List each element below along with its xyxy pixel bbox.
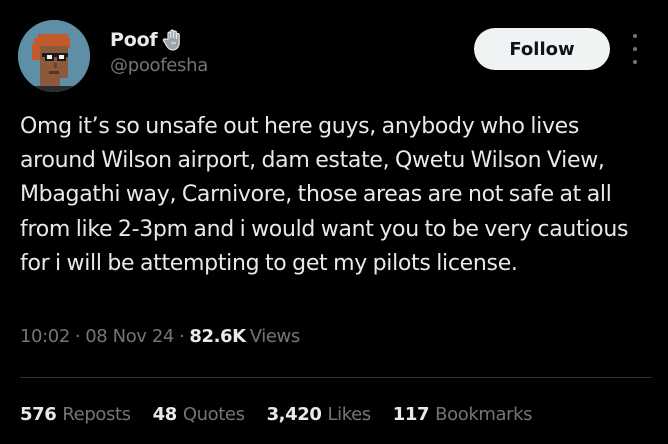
stat-label: Quotes [182, 404, 245, 425]
views-label: Views [249, 326, 300, 347]
raised-hand-icon [162, 28, 184, 52]
bookmarks-stat[interactable]: 117 Bookmarks [392, 404, 533, 425]
vertical-ellipsis-icon[interactable] [630, 34, 640, 64]
follow-button[interactable]: Follow [474, 28, 610, 70]
tweet-time[interactable]: 10:02 [20, 326, 70, 347]
author-name-row[interactable]: Poof [110, 28, 184, 52]
likes-stat[interactable]: 3,420 Likes [266, 404, 372, 425]
display-name[interactable]: Poof [110, 29, 158, 51]
engagement-stats: 576 Reposts 48 Quotes 3,420 Likes 117 Bo… [20, 404, 533, 425]
tweet-meta: 10:02 · 08 Nov 24 · 82.6K Views [20, 326, 300, 347]
stat-count: 576 [20, 404, 57, 425]
stat-count: 48 [152, 404, 178, 425]
quotes-stat[interactable]: 48 Quotes [153, 404, 245, 425]
user-handle[interactable]: @poofesha [110, 55, 208, 76]
stat-label: Bookmarks [435, 404, 533, 425]
avatar[interactable] [18, 20, 90, 92]
meta-separator: · [179, 326, 185, 347]
views-count: 82.6K [189, 326, 246, 347]
meta-separator: · [74, 326, 81, 347]
stat-label: Reposts [62, 404, 131, 425]
pixel-punk-avatar-icon [18, 20, 90, 92]
tweet-date[interactable]: 08 Nov 24 [85, 326, 174, 347]
divider [20, 377, 652, 378]
stat-count: 3,420 [266, 404, 322, 425]
stat-label: Likes [327, 404, 372, 425]
tweet-text: Omg it’s so unsafe out here guys, anybod… [20, 114, 629, 276]
stat-count: 117 [392, 404, 430, 425]
reposts-stat[interactable]: 576 Reposts [20, 404, 131, 425]
